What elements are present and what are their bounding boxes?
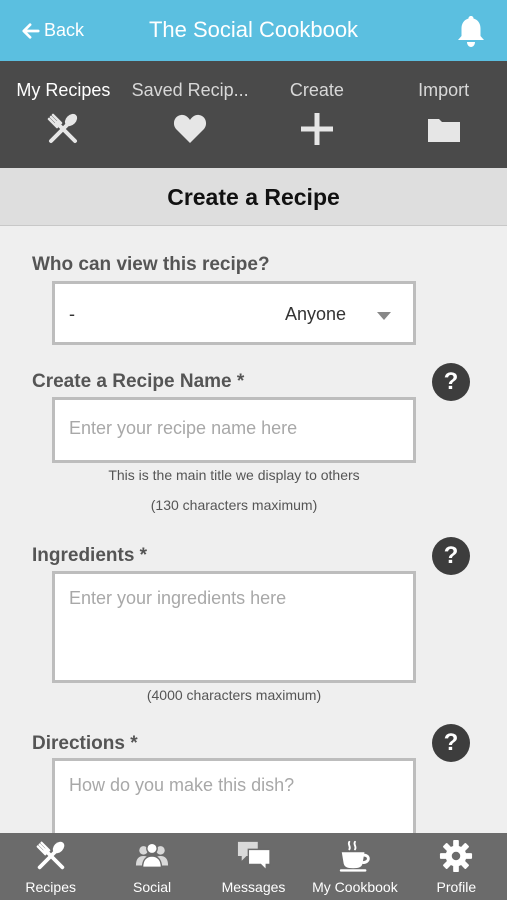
caret-down-icon: [377, 312, 391, 320]
people-icon: [136, 842, 169, 869]
app-header: Back The Social Cookbook: [0, 0, 507, 61]
page-title: Create a Recipe: [167, 184, 340, 210]
directions-label: Directions *: [32, 733, 138, 754]
recipe-name-placeholder: Enter your recipe name here: [69, 418, 298, 438]
tab-label: Create: [289, 80, 344, 100]
app-title: The Social Cookbook: [148, 17, 359, 42]
utensils-icon: [48, 113, 78, 143]
plus-icon: [300, 113, 333, 145]
bottom-nav-my-cookbook[interactable]: My Cookbook: [304, 833, 405, 900]
tab-create[interactable]: Create: [254, 61, 381, 168]
ingredients-limit: (4000 characters maximum): [146, 687, 322, 703]
bottom-nav-profile[interactable]: Profile: [406, 833, 507, 900]
recipe-name-limit: (130 characters maximum): [150, 497, 318, 513]
bottom-nav-recipes[interactable]: Recipes: [0, 833, 101, 900]
tab-label: Saved Recip...: [131, 80, 249, 100]
section-header: Create a Recipe: [0, 168, 507, 226]
recipe-name-label: Create a Recipe Name *: [32, 371, 245, 392]
directions-placeholder: How do you make this dish?: [69, 775, 295, 795]
recipe-name-help-icon[interactable]: ?: [432, 363, 470, 401]
ingredients-placeholder: Enter your ingredients here: [69, 588, 287, 608]
folder-icon: [427, 119, 460, 142]
app-screen: Back The Social Cookbook My Recipes Save…: [0, 0, 507, 900]
ingredients-label: Ingredients *: [32, 545, 148, 566]
tab-import[interactable]: Import: [380, 61, 507, 168]
visibility-select[interactable]: - Anyone: [52, 281, 416, 345]
chat-icon: [237, 841, 271, 872]
ingredients-help-icon[interactable]: ?: [432, 537, 470, 575]
bottom-nav-label: Recipes: [25, 879, 76, 895]
bottom-nav-messages[interactable]: Messages: [203, 833, 304, 900]
bell-icon[interactable]: [455, 14, 487, 48]
bottom-nav-label: Profile: [436, 879, 477, 895]
tab-my-recipes[interactable]: My Recipes: [0, 61, 127, 168]
visibility-selected-value: Anyone: [285, 304, 347, 324]
bottom-nav-label: Messages: [221, 879, 286, 895]
visibility-label: Who can view this recipe?: [32, 254, 270, 275]
bottom-nav-label: Social: [133, 879, 172, 895]
cup-icon: [339, 840, 370, 872]
tab-label: My Recipes: [16, 80, 111, 100]
bottom-nav-social[interactable]: Social: [101, 833, 202, 900]
recipe-name-input[interactable]: Enter your recipe name here: [52, 397, 416, 463]
top-tab-bar: My Recipes Saved Recip... Create Import: [0, 61, 507, 168]
directions-help-icon[interactable]: ?: [432, 724, 470, 762]
bottom-nav: Recipes Social Messages My Cookbook Prof…: [0, 833, 507, 900]
gear-icon: [440, 839, 473, 873]
visibility-dash: -: [69, 304, 75, 324]
tab-saved-recipes[interactable]: Saved Recip...: [127, 61, 254, 168]
heart-icon: [174, 114, 207, 143]
tab-label: Import: [418, 80, 470, 100]
bottom-nav-label: My Cookbook: [312, 879, 398, 895]
ingredients-textarea[interactable]: Enter your ingredients here: [52, 571, 416, 683]
recipe-name-hint: This is the main title we display to oth…: [108, 467, 360, 483]
utensils-icon: [36, 841, 65, 870]
